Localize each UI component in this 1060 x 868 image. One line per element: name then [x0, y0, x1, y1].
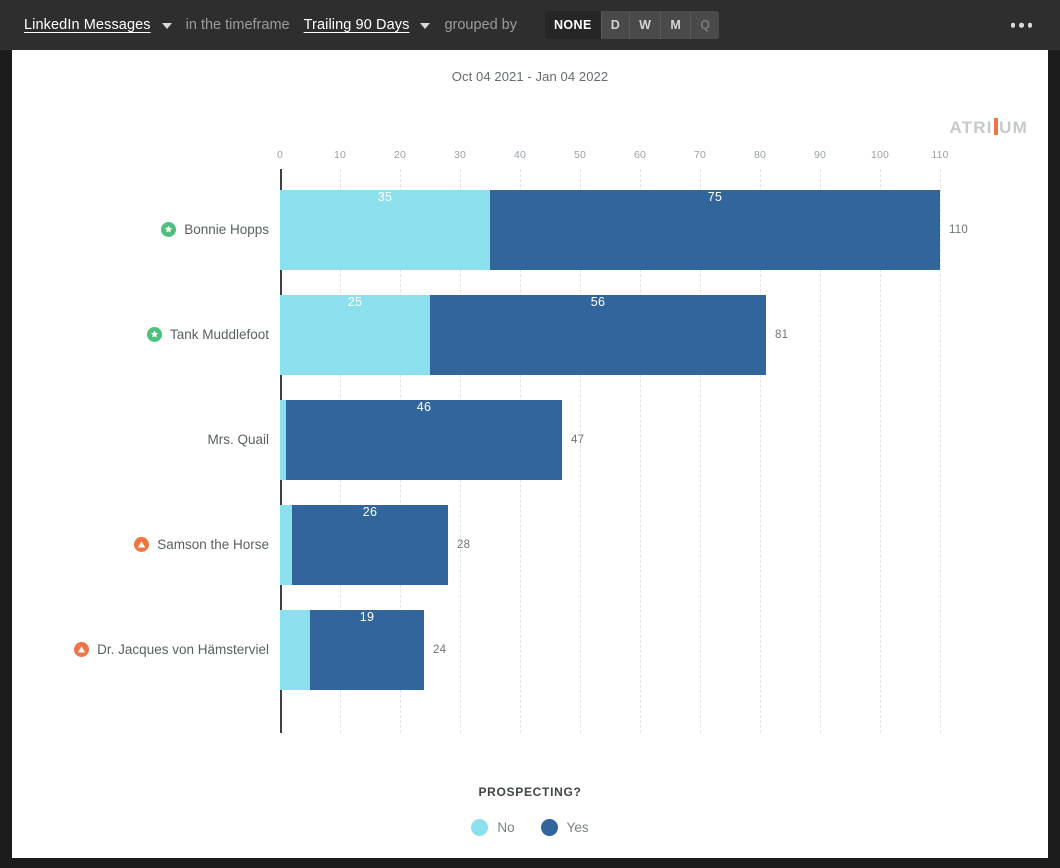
bar-segment-value: 46 [416, 399, 432, 414]
logo-text-right: UM [999, 118, 1028, 137]
bar-segment-yes[interactable]: 46 [286, 399, 562, 480]
chart-bar-row[interactable]: Bonnie Hopps 35 75 110 [12, 177, 1048, 282]
chart-bar-row[interactable]: Tank Muddlefoot 25 56 81 [12, 282, 1048, 387]
group-option-m[interactable]: M [661, 11, 692, 39]
chart-date-range-title: Oct 04 2021 - Jan 04 2022 [451, 69, 609, 84]
legend-swatch-yes [540, 819, 558, 836]
legend-item-yes[interactable]: Yes [540, 819, 589, 836]
stacked-bar[interactable]: 19 [280, 609, 424, 690]
chart-bar-row[interactable]: Dr. Jacques von Hämsterviel 19 24 [12, 597, 1048, 702]
bar-track: 26 28 [280, 492, 1048, 597]
bar-row-label: Bonnie Hopps [12, 222, 280, 237]
bar-row-label: Tank Muddlefoot [12, 327, 280, 342]
timeframe-selector-link[interactable]: Trailing 90 Days [304, 17, 410, 33]
bar-segment-value: 75 [707, 189, 723, 204]
legend-title: PROSPECTING? [478, 785, 582, 799]
bar-segment-value: 56 [590, 294, 606, 309]
grouped-by-label: grouped by [444, 17, 517, 33]
legend-label-yes: Yes [566, 820, 589, 835]
group-by-segmented-control: NONE D W M Q [545, 11, 720, 39]
x-tick-label: 40 [513, 149, 527, 161]
bar-segment-value: 35 [377, 189, 393, 204]
bar-row-label: Samson the Horse [12, 537, 280, 552]
chevron-down-icon[interactable] [161, 23, 172, 29]
bar-row-name: Bonnie Hopps [184, 222, 269, 237]
legend-label-no: No [497, 820, 515, 835]
bar-segment-no[interactable]: 35 [280, 189, 490, 270]
logo-text-left: ATRI [949, 118, 993, 137]
bar-total-label: 28 [457, 538, 471, 551]
bar-total-label: 47 [571, 433, 585, 446]
x-tick-label: 80 [753, 149, 767, 161]
bar-segment-no[interactable] [280, 504, 292, 585]
bar-segment-yes[interactable]: 56 [430, 294, 766, 375]
bar-total-label: 110 [949, 223, 968, 236]
chart-legend: PROSPECTING? No Yes [12, 785, 1048, 836]
bar-row-name: Dr. Jacques von Hämsterviel [97, 642, 269, 657]
group-option-q[interactable]: Q [691, 11, 719, 39]
legend-items: No Yes [12, 819, 1048, 836]
x-tick-label: 20 [393, 149, 407, 161]
app-window: LinkedIn Messages in the timeframe Trail… [0, 0, 1060, 868]
bar-row-label: Mrs. Quail [12, 432, 280, 447]
bar-segment-yes[interactable]: 26 [292, 504, 448, 585]
bar-track: 35 75 110 [280, 177, 1048, 282]
chevron-down-icon[interactable] [420, 23, 431, 29]
logo-accent-bar [994, 118, 998, 135]
legend-item-no[interactable]: No [471, 819, 515, 836]
bar-row-name: Samson the Horse [157, 537, 269, 552]
bar-segment-value: 26 [362, 504, 378, 519]
bar-segment-no[interactable] [280, 609, 310, 690]
chart-bar-row[interactable]: Samson the Horse 26 28 [12, 492, 1048, 597]
bar-row-name: Mrs. Quail [207, 432, 269, 447]
status-positive-icon [161, 222, 177, 237]
x-tick-label: 0 [276, 149, 284, 161]
x-tick-label: 10 [333, 149, 347, 161]
bar-segment-no[interactable]: 25 [280, 294, 430, 375]
group-option-w[interactable]: W [630, 11, 662, 39]
x-tick-label: 50 [573, 149, 587, 161]
chart-bar-row[interactable]: Mrs. Quail 46 47 [12, 387, 1048, 492]
stacked-bar[interactable]: 26 [280, 504, 448, 585]
bar-total-label: 24 [433, 643, 447, 656]
ellipsis-icon[interactable] [1005, 17, 1039, 34]
metric-selector-link[interactable]: LinkedIn Messages [24, 17, 151, 33]
bar-total-label: 81 [775, 328, 789, 341]
chart-toolbar: LinkedIn Messages in the timeframe Trail… [0, 0, 1060, 50]
stacked-bar[interactable]: 35 75 [280, 189, 940, 270]
stacked-bar[interactable]: 46 [280, 399, 562, 480]
status-positive-icon [146, 327, 162, 342]
timeframe-prefix-label: in the timeframe [185, 17, 290, 33]
x-tick-label: 60 [633, 149, 647, 161]
group-option-none[interactable]: NONE [545, 11, 602, 39]
chart-plot-area: 0 10 20 30 40 50 60 70 80 90 100 110 Bonnie Hopps 35… [12, 145, 1048, 858]
x-axis-ticks: 0 10 20 30 40 50 60 70 80 90 100 110 [276, 145, 1048, 169]
x-tick-label: 30 [453, 149, 467, 161]
stacked-bar[interactable]: 25 56 [280, 294, 766, 375]
chart-card: Oct 04 2021 - Jan 04 2022 ATRI UM 0 10 20 3… [12, 50, 1048, 858]
bar-segment-yes[interactable]: 75 [490, 189, 940, 270]
legend-swatch-no [471, 819, 489, 836]
status-warning-icon [134, 537, 150, 552]
bar-track: 19 24 [280, 597, 1048, 702]
bar-row-label: Dr. Jacques von Hämsterviel [12, 642, 280, 657]
bar-segment-value: 19 [359, 609, 375, 624]
status-warning-icon [74, 642, 90, 657]
bar-track: 25 56 81 [280, 282, 1048, 387]
bar-segment-yes[interactable]: 19 [310, 609, 424, 690]
atrium-logo: ATRI UM [949, 116, 1028, 138]
chart-bar-rows: Bonnie Hopps 35 75 110 Tank Muddlefoot 25 56 81… [12, 169, 1048, 733]
bar-row-name: Tank Muddlefoot [169, 327, 269, 342]
x-tick-label: 70 [693, 149, 707, 161]
bar-segment-value: 25 [347, 294, 363, 309]
group-option-d[interactable]: D [602, 11, 631, 39]
x-tick-label: 90 [813, 149, 827, 161]
bar-track: 46 47 [280, 387, 1048, 492]
x-tick-label: 110 [931, 149, 949, 161]
x-tick-label: 100 [870, 149, 890, 161]
